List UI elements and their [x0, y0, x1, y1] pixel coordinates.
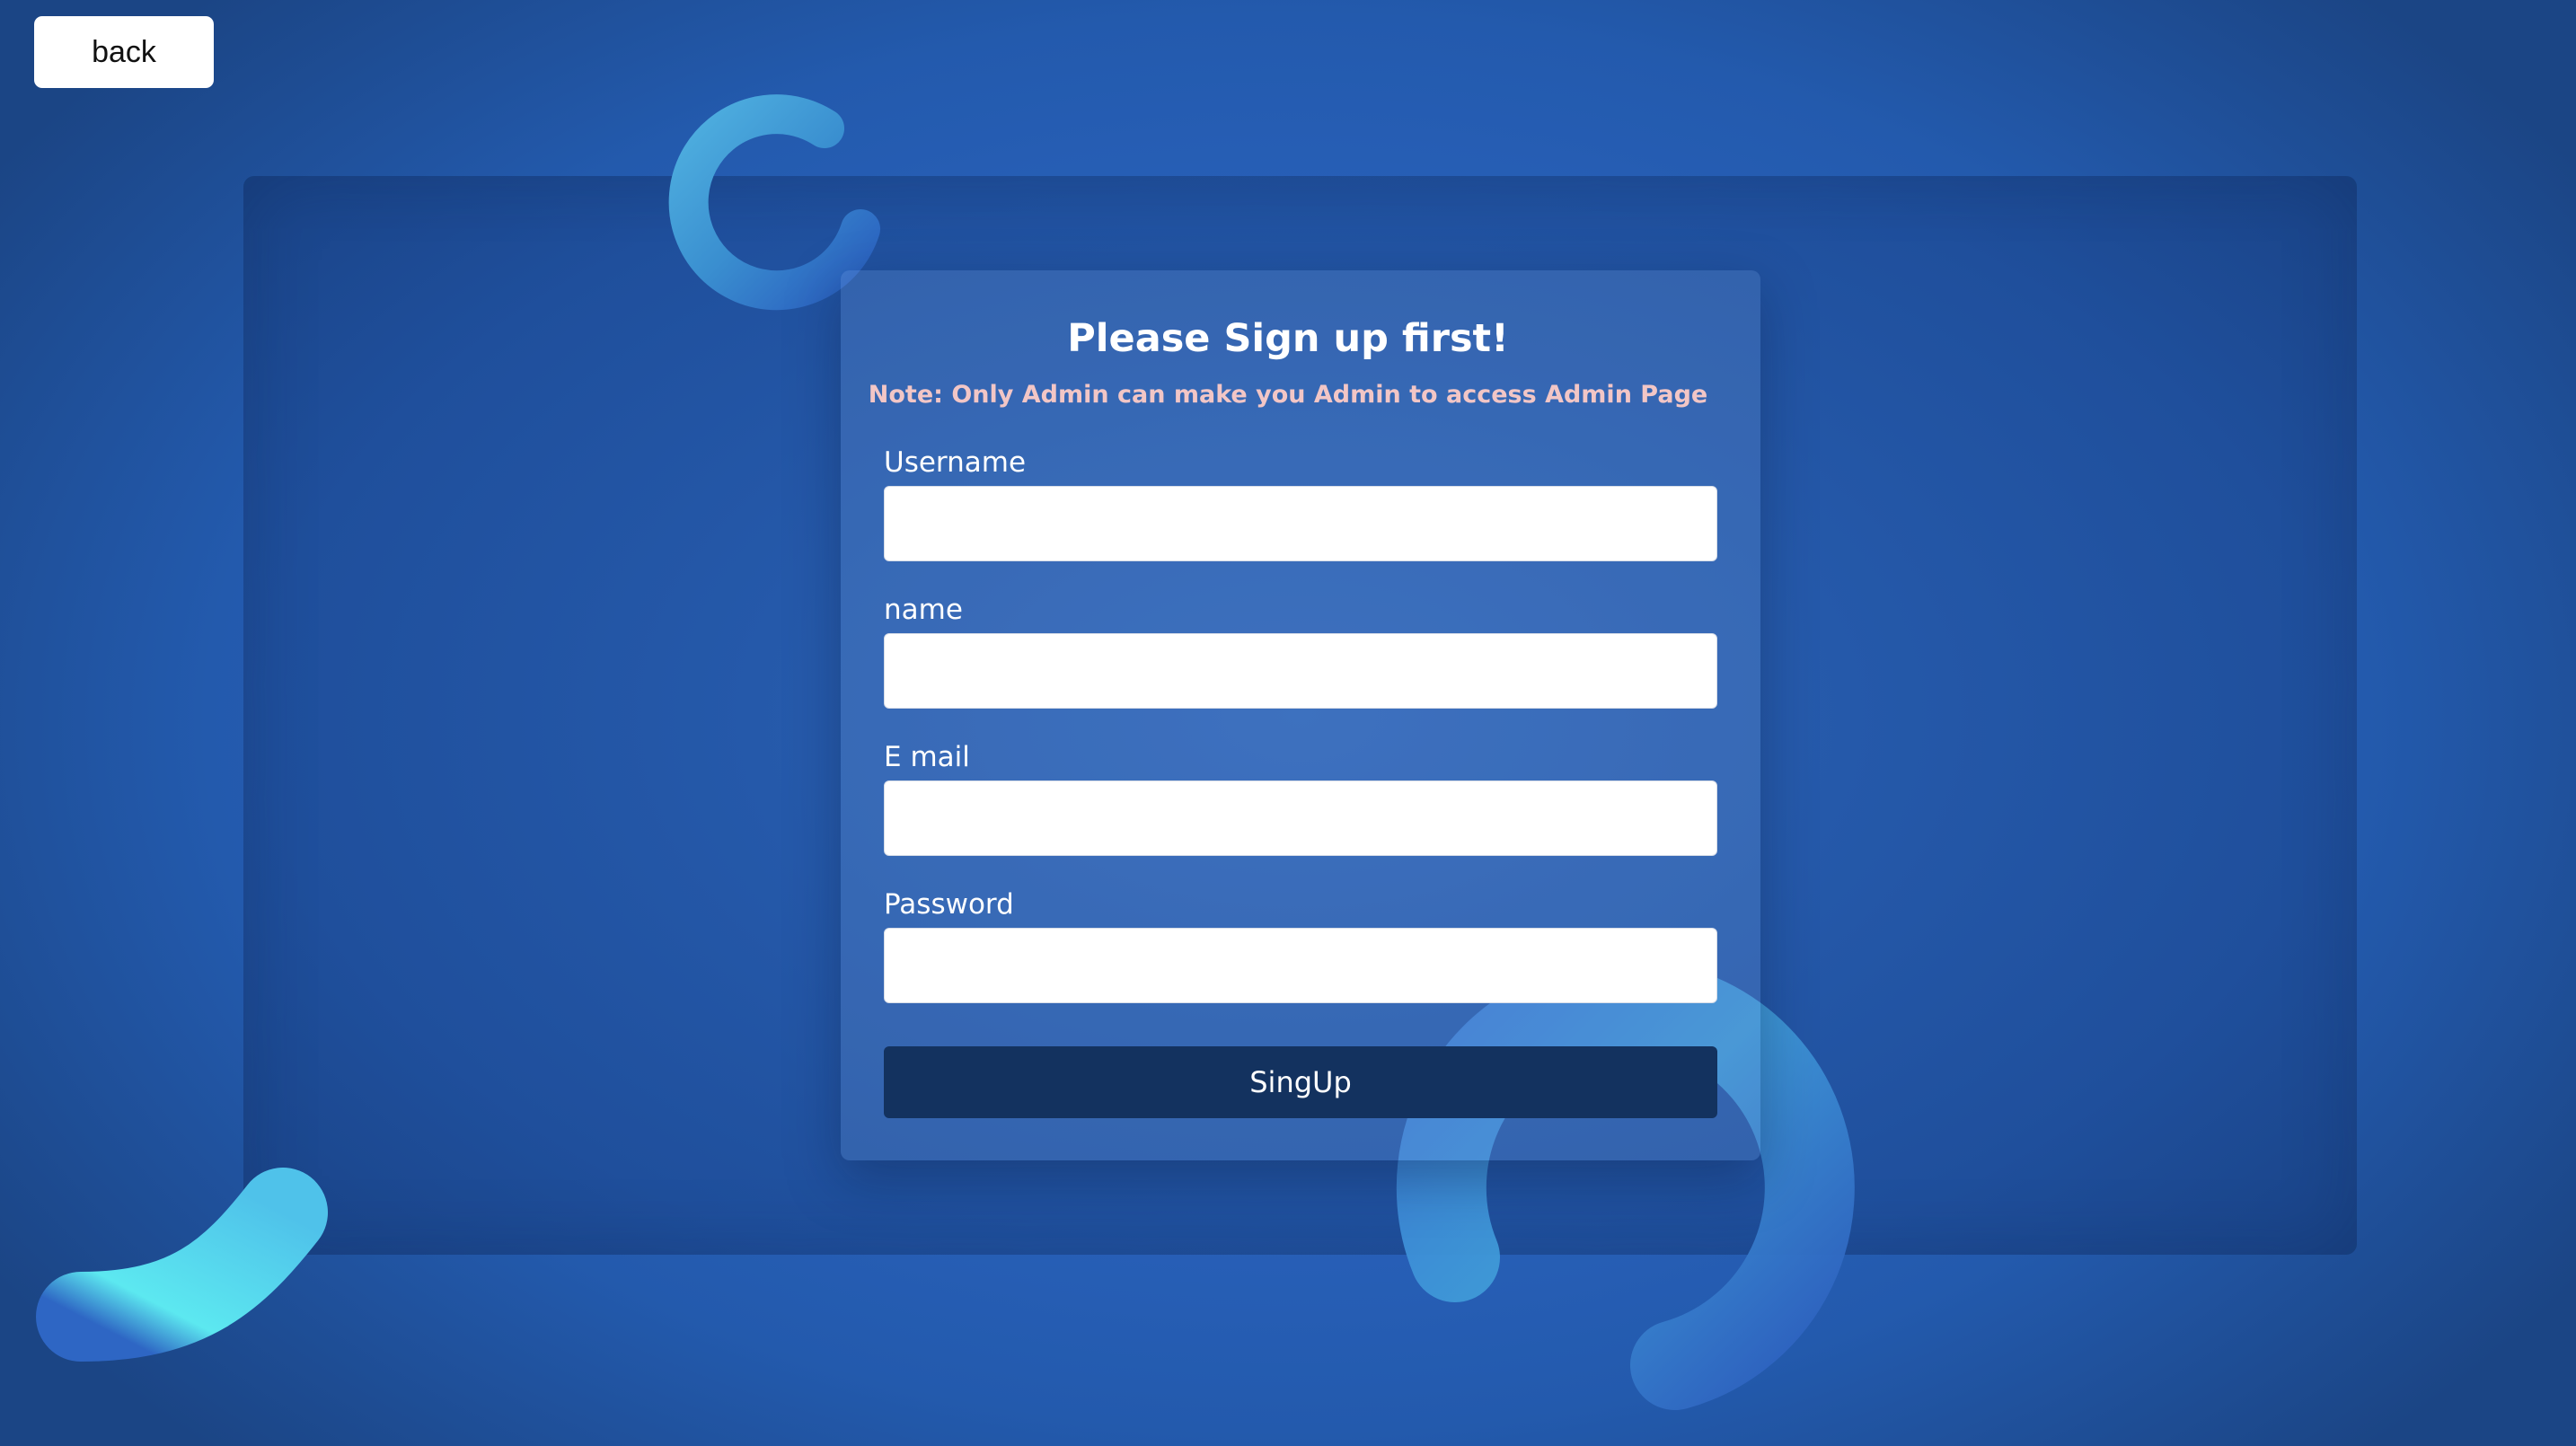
email-input[interactable]	[884, 780, 1717, 856]
email-label: E mail	[884, 741, 970, 773]
password-label: Password	[884, 888, 1014, 921]
name-input[interactable]	[884, 633, 1717, 709]
password-input[interactable]	[884, 928, 1717, 1003]
admin-note: Note: Only Admin can make you Admin to a…	[868, 381, 1708, 409]
name-label: name	[884, 594, 963, 626]
username-input[interactable]	[884, 486, 1717, 561]
page-title: Please Sign up first!	[1067, 316, 1509, 361]
username-label: Username	[884, 446, 1027, 479]
back-button[interactable]: back	[34, 16, 214, 88]
signup-button[interactable]: SingUp	[884, 1046, 1717, 1118]
